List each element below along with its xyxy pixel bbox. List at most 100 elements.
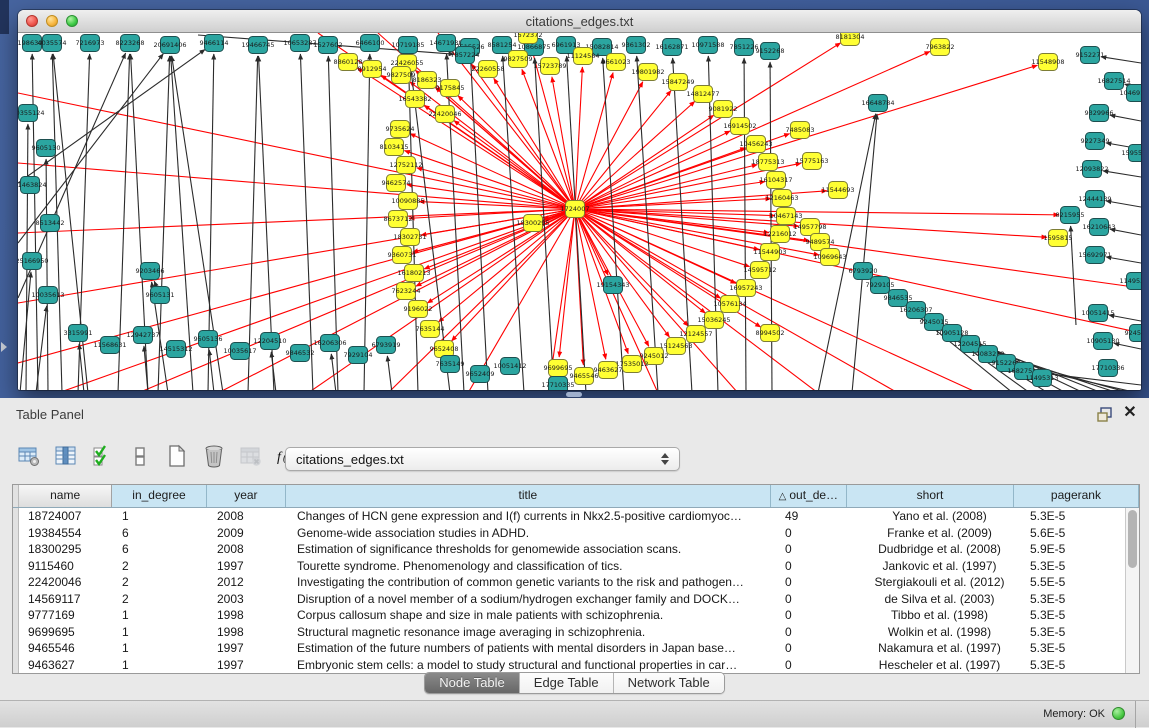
cell-year[interactable]: 2008 xyxy=(208,541,288,558)
citation-edge-black[interactable] xyxy=(387,356,392,390)
table-row[interactable]: 2242004622012Investigating the contribut… xyxy=(13,574,1139,591)
cell-in_degree[interactable]: 2 xyxy=(113,558,208,575)
cell-year[interactable]: 2009 xyxy=(208,525,288,542)
cell-out_de[interactable]: 49 xyxy=(776,508,853,525)
cell-title[interactable]: Genome-wide association studies in ADHD. xyxy=(288,525,776,542)
cell-year[interactable]: 1997 xyxy=(208,640,288,657)
cell-out_de[interactable]: 0 xyxy=(776,657,853,674)
table-row[interactable]: 1872400712008Changes of HCN gene express… xyxy=(13,508,1139,525)
select-all-check-icon[interactable] xyxy=(88,441,118,471)
cell-year[interactable]: 2012 xyxy=(208,574,288,591)
new-document-icon[interactable] xyxy=(162,441,192,471)
table-row[interactable]: 977716911998Corpus callosum shape and si… xyxy=(13,607,1139,624)
cell-out_de[interactable]: 0 xyxy=(776,640,853,657)
cell-name[interactable]: 9699695 xyxy=(19,624,113,641)
citation-edge-red[interactable] xyxy=(575,82,643,209)
citation-edge-black[interactable] xyxy=(209,350,214,390)
citation-edge-black[interactable] xyxy=(1101,57,1141,63)
delete-row-icon[interactable] xyxy=(199,441,229,471)
citation-edge-red[interactable] xyxy=(575,101,695,209)
close-panel-icon[interactable]: ✕ xyxy=(1122,404,1138,422)
citation-edge-red[interactable] xyxy=(471,64,575,209)
column-header-out_de[interactable]: △out_de… xyxy=(771,485,847,507)
citation-edge-black[interactable] xyxy=(744,58,746,390)
cell-short[interactable]: Tibbo et al. (1998) xyxy=(853,607,1021,624)
cell-out_de[interactable]: 0 xyxy=(776,591,853,608)
vertical-scrollbar[interactable] xyxy=(1125,508,1139,673)
cell-year[interactable]: 1998 xyxy=(208,607,288,624)
modify-table-icon[interactable] xyxy=(14,441,44,471)
cell-in_degree[interactable]: 2 xyxy=(113,574,208,591)
cell-pagerank[interactable]: 5.3E-5 xyxy=(1021,624,1133,641)
cell-short[interactable]: Jankovic et al. (1997) xyxy=(853,558,1021,575)
column-header-pagerank[interactable]: pagerank xyxy=(1014,485,1139,507)
column-header-year[interactable]: year xyxy=(207,485,286,507)
citation-edge-black[interactable] xyxy=(331,354,336,390)
cell-title[interactable]: Investigating the contribution of common… xyxy=(288,574,776,591)
citation-edge-red[interactable] xyxy=(404,151,575,209)
cell-in_degree[interactable]: 6 xyxy=(113,525,208,542)
cell-pagerank[interactable]: 5.3E-5 xyxy=(1021,640,1133,657)
cell-short[interactable]: Franke et al. (2009) xyxy=(853,525,1021,542)
cell-name[interactable]: 9115460 xyxy=(19,558,113,575)
table-row[interactable]: 946362711997Embryonic stem cells: a mode… xyxy=(13,657,1139,674)
float-panel-icon[interactable] xyxy=(1096,406,1114,423)
citation-edge-red[interactable] xyxy=(18,209,575,233)
tab-node-table[interactable]: Node Table xyxy=(425,673,520,693)
panel-collapse-arrow-icon[interactable] xyxy=(1,342,7,352)
cell-in_degree[interactable]: 1 xyxy=(113,657,208,674)
cell-title[interactable]: Disruption of a novel member of a sodium… xyxy=(288,591,776,608)
citation-edge-black[interactable] xyxy=(852,114,877,390)
cell-in_degree[interactable]: 6 xyxy=(113,541,208,558)
citation-edge-red[interactable] xyxy=(424,209,575,269)
cell-short[interactable]: Stergiakouli et al. (2012) xyxy=(853,574,1021,591)
table-row[interactable]: 1938455462009Genome-wide association stu… xyxy=(13,525,1139,542)
tab-edge-table[interactable]: Edge Table xyxy=(520,673,614,693)
cell-out_de[interactable]: 0 xyxy=(776,558,853,575)
table-row[interactable]: 969969511998Structural magnetic resonanc… xyxy=(13,624,1139,641)
cell-name[interactable]: 14569117 xyxy=(19,591,113,608)
cell-out_de[interactable]: 0 xyxy=(776,525,853,542)
split-pane-grip[interactable] xyxy=(566,392,582,397)
citation-edge-black[interactable] xyxy=(1103,171,1141,177)
cell-in_degree[interactable]: 1 xyxy=(113,607,208,624)
cell-pagerank[interactable]: 5.6E-5 xyxy=(1021,525,1133,542)
cell-name[interactable]: 9777169 xyxy=(19,607,113,624)
cell-pagerank[interactable]: 5.3E-5 xyxy=(1021,657,1133,674)
network-canvas[interactable]: 1986306403557472169738223268206914069466… xyxy=(18,33,1141,390)
citation-edge-red[interactable] xyxy=(454,120,575,209)
cell-title[interactable]: Structural magnetic resonance image aver… xyxy=(288,624,776,641)
cell-name[interactable]: 18724007 xyxy=(19,508,113,525)
cell-out_de[interactable]: 0 xyxy=(776,624,853,641)
cell-pagerank[interactable]: 5.3E-5 xyxy=(1021,607,1133,624)
cell-title[interactable]: Embryonic stem cells: a model to study s… xyxy=(288,657,776,674)
column-header-short[interactable]: short xyxy=(847,485,1014,507)
cell-title[interactable]: Estimation of the future numbers of pati… xyxy=(288,640,776,657)
column-header-title[interactable]: title xyxy=(286,485,771,507)
cell-short[interactable]: Yano et al. (2008) xyxy=(853,508,1021,525)
citation-edge-black[interactable] xyxy=(364,54,370,390)
cell-short[interactable]: Hescheler et al. (1997) xyxy=(853,657,1021,674)
citation-edge-black[interactable] xyxy=(1110,115,1141,121)
cell-year[interactable]: 2008 xyxy=(208,508,288,525)
citation-edge-black[interactable] xyxy=(171,56,193,390)
citation-edge-red[interactable] xyxy=(427,209,575,303)
cell-year[interactable]: 1997 xyxy=(208,558,288,575)
cell-title[interactable]: Changes of HCN gene expression and I(f) … xyxy=(288,508,776,525)
deselect-all-icon[interactable] xyxy=(125,441,155,471)
cell-title[interactable]: Estimation of significance thresholds fo… xyxy=(288,541,776,558)
cell-out_de[interactable]: 0 xyxy=(776,541,853,558)
table-row[interactable]: 1830029562008Estimation of significance … xyxy=(13,541,1139,558)
cell-name[interactable]: 19384554 xyxy=(19,525,113,542)
cell-pagerank[interactable]: 5.3E-5 xyxy=(1021,558,1133,575)
network-window-titlebar[interactable]: citations_edges.txt xyxy=(18,10,1141,33)
cell-in_degree[interactable]: 1 xyxy=(113,624,208,641)
cell-name[interactable]: 9465546 xyxy=(19,640,113,657)
cell-pagerank[interactable]: 5.3E-5 xyxy=(1021,591,1133,608)
cell-year[interactable]: 2003 xyxy=(208,591,288,608)
cell-name[interactable]: 9463627 xyxy=(19,657,113,674)
cell-year[interactable]: 1998 xyxy=(208,624,288,641)
cell-in_degree[interactable]: 2 xyxy=(113,591,208,608)
show-column-icon[interactable] xyxy=(51,441,81,471)
table-row[interactable]: 911546021997Tourette syndrome. Phenomeno… xyxy=(13,558,1139,575)
